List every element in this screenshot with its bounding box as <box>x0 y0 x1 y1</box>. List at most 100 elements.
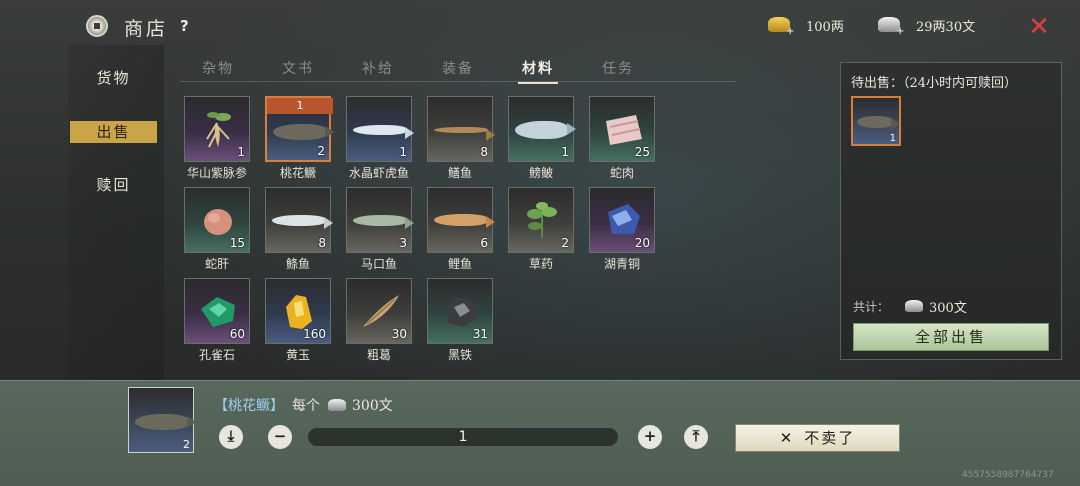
item-name: 粗葛 <box>366 348 391 362</box>
item-name: 鳑鲏 <box>528 166 553 180</box>
item-name: 马口鱼 <box>360 257 397 271</box>
decrease-quantity-icon[interactable]: − <box>268 425 292 449</box>
item-slot[interactable]: 15 蛇肝 <box>184 187 250 271</box>
item-tile[interactable]: 2 <box>508 187 574 253</box>
item-count: 6 <box>480 236 488 250</box>
owned-count: 2 <box>183 438 190 451</box>
pending-sale-panel: 待出售：（24小时内可赎回） 1 共计： 300文 全部出售 <box>840 62 1062 360</box>
help-icon[interactable]: ? <box>180 17 189 35</box>
increase-quantity-icon[interactable]: + <box>638 425 662 449</box>
item-slot[interactable]: 60 孔雀石 <box>184 278 250 362</box>
item-tile[interactable]: 160 <box>265 278 331 344</box>
item-name: 蛇肝 <box>204 257 229 271</box>
tab-quests[interactable]: 任务 <box>602 58 634 78</box>
chub-fish-icon <box>353 215 414 229</box>
bronze-ore-icon <box>608 204 640 234</box>
item-slot[interactable]: 160 黄玉 <box>265 278 331 362</box>
minimum-quantity-icon[interactable]: ⤓ <box>219 425 243 449</box>
sidebar-panel <box>68 45 164 380</box>
tab-misc[interactable]: 杂物 <box>202 58 234 78</box>
pending-item-slot[interactable]: 1 <box>851 96 901 146</box>
item-slot[interactable]: 1 华山紫脉参 <box>184 96 250 180</box>
sidebar-item-redeem[interactable]: 赎回 <box>70 174 157 196</box>
pending-title: 待出售：（24小时内可赎回） <box>851 76 1018 91</box>
item-tile[interactable]: 60 <box>184 278 250 344</box>
item-slot[interactable]: 20 湖青铜 <box>589 187 655 271</box>
item-tile[interactable]: 25 <box>589 96 655 162</box>
bitterling-fish-icon <box>515 121 576 139</box>
item-tile[interactable]: 30 <box>346 278 412 344</box>
item-slot[interactable]: 8 鲦鱼 <box>265 187 333 271</box>
item-count: 31 <box>472 327 488 341</box>
item-name: 蛇肉 <box>609 166 634 180</box>
item-tile[interactable]: 1 <box>508 96 576 162</box>
selected-quantity-badge: 1 <box>267 98 333 114</box>
sidebar-item-goods[interactable]: 货物 <box>70 67 157 89</box>
selected-item-preview: 2 <box>128 387 196 453</box>
item-tile[interactable]: 20 <box>589 187 655 253</box>
item-slot[interactable]: 31 黑铁 <box>427 278 493 362</box>
silver-coin-icon <box>905 300 923 312</box>
item-name: 华山紫脉参 <box>186 166 247 180</box>
minnow-fish-icon <box>272 215 333 229</box>
item-tile[interactable]: 15 <box>184 187 250 253</box>
item-slot[interactable]: 30 粗葛 <box>346 278 412 362</box>
kudzu-root-icon <box>363 295 399 327</box>
item-count: 25 <box>634 145 650 159</box>
item-count: 2 <box>317 144 325 158</box>
item-tile[interactable]: 1 2 <box>265 96 334 162</box>
quantity-slider[interactable]: 1 <box>308 428 618 446</box>
ginseng-icon <box>206 112 231 148</box>
cancel-label: 不卖了 <box>804 429 856 447</box>
item-tile[interactable]: 8 <box>265 187 333 253</box>
item-name: 湖青铜 <box>603 257 640 271</box>
sidebar-item-sell[interactable]: 出售 <box>70 121 157 143</box>
goby-fish-icon <box>353 125 414 139</box>
gold-add-icon[interactable]: + <box>786 26 794 37</box>
item-slot[interactable]: 1 鳑鲏 <box>508 96 576 180</box>
item-detail-bar: 2 【桃花鳜】 每个 300文 ⤓ − 1 + ⤒ ✕ 不卖了 <box>0 380 1080 486</box>
item-count: 160 <box>303 327 326 341</box>
eel-icon <box>434 127 495 141</box>
item-tile[interactable]: 8 <box>427 96 495 162</box>
maximum-quantity-icon[interactable]: ⤒ <box>684 425 708 449</box>
item-name: 草药 <box>528 257 553 271</box>
tab-equipment[interactable]: 装备 <box>442 58 474 78</box>
item-tile[interactable]: 1 <box>184 96 250 162</box>
unit-price-label: 每个 <box>292 398 320 414</box>
item-slot[interactable]: 6 鲤鱼 <box>427 187 495 271</box>
item-tile[interactable]: 31 <box>427 278 493 344</box>
item-count: 30 <box>391 327 407 341</box>
item-name: 鲤鱼 <box>447 257 472 271</box>
item-tile[interactable]: 1 <box>346 96 414 162</box>
herb-icon <box>527 202 557 238</box>
item-slot[interactable]: 8 鳝鱼 <box>427 96 495 180</box>
tab-supplies[interactable]: 补给 <box>362 58 394 78</box>
snake-meat-icon <box>606 115 642 145</box>
gold-amount: 100两 <box>806 20 844 35</box>
item-tile[interactable]: 6 <box>427 187 495 253</box>
silver-amount: 29两30文 <box>916 20 976 35</box>
item-name: 黄玉 <box>285 348 310 362</box>
black-iron-icon <box>446 297 478 327</box>
item-count: 8 <box>480 145 488 159</box>
tab-materials[interactable]: 材料 <box>518 58 558 84</box>
pending-item-count: 1 <box>889 133 896 144</box>
item-slot[interactable]: 1 水晶虾虎鱼 <box>346 96 414 180</box>
item-count: 60 <box>229 327 245 341</box>
item-count: 1 <box>237 145 245 159</box>
cancel-sell-button[interactable]: ✕ 不卖了 <box>735 424 900 452</box>
tab-documents[interactable]: 文书 <box>282 58 314 78</box>
item-count: 1 <box>399 145 407 159</box>
close-icon[interactable]: ✕ <box>1026 14 1052 40</box>
item-slot[interactable]: 25 蛇肉 <box>589 96 655 180</box>
silver-add-icon[interactable]: + <box>896 26 904 37</box>
carp-fish-icon <box>434 214 495 228</box>
item-slot-selected[interactable]: 1 2 桃花鳜 <box>265 96 334 180</box>
item-slot[interactable]: 3 马口鱼 <box>346 187 414 271</box>
item-tile[interactable]: 3 <box>346 187 414 253</box>
item-slot[interactable]: 2 草药 <box>508 187 574 271</box>
mandarin-fish-icon <box>135 414 196 430</box>
category-tabs: 杂物 文书 补给 装备 材料 任务 <box>180 56 735 84</box>
sell-all-button[interactable]: 全部出售 <box>853 323 1049 351</box>
